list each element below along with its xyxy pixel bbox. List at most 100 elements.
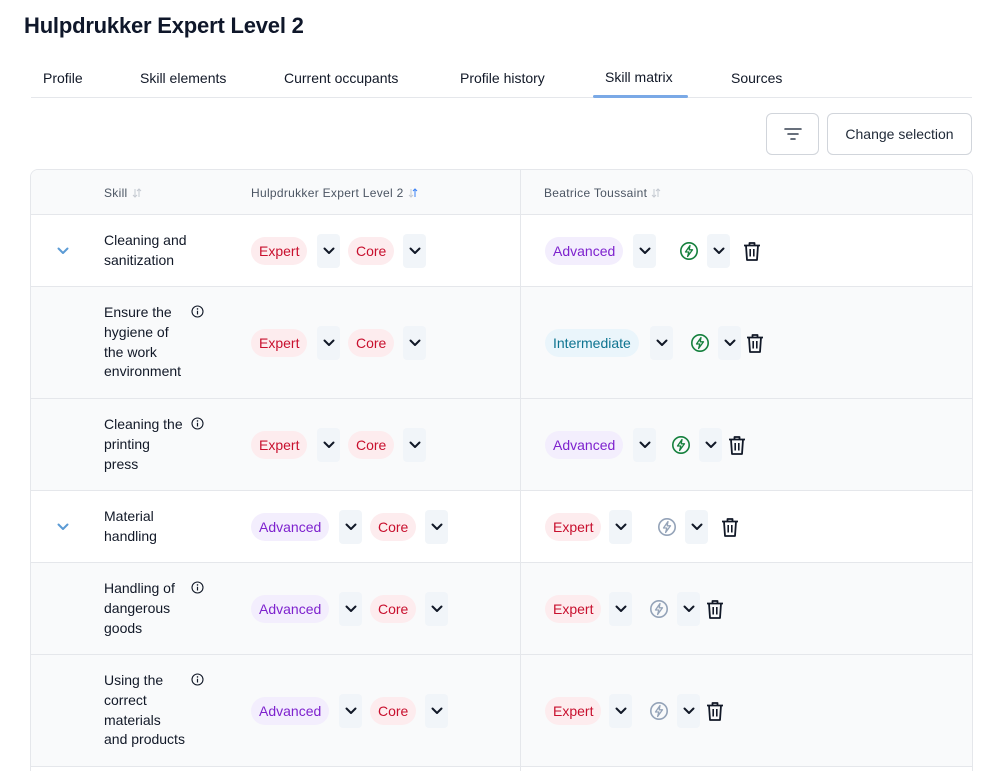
profile-level-dropdown[interactable] (317, 234, 340, 268)
filter-button[interactable] (766, 113, 819, 155)
action-dropdown[interactable] (685, 510, 708, 544)
tab-profile[interactable]: Profile (43, 70, 83, 86)
action-dropdown[interactable] (677, 694, 700, 728)
importance-badge: Core (370, 595, 417, 623)
action-dropdown[interactable] (707, 234, 730, 268)
chevron-down-icon (431, 702, 443, 720)
skill-name-line: goods (104, 619, 143, 636)
collapse-row-chevron-icon[interactable] (56, 244, 70, 258)
person-level-dropdown[interactable] (633, 428, 656, 462)
table-row-skill: Cleaning the printing press Expert Core Advan… (31, 399, 972, 491)
chevron-down-icon (639, 436, 651, 454)
skill-name: Handling of dangerous goods (104, 579, 175, 638)
chevron-down-icon (323, 242, 335, 260)
collapse-row-chevron-icon[interactable] (56, 520, 70, 534)
profile-level-dropdown[interactable] (339, 510, 362, 544)
info-icon[interactable] (191, 581, 205, 595)
bolt-active-icon[interactable] (690, 333, 710, 353)
chevron-down-icon (724, 334, 736, 352)
skill-name: Cleaning the printing press (104, 415, 183, 474)
skill-name-line: Handling of (104, 580, 175, 596)
person-level-badge: Expert (545, 697, 602, 725)
chevron-down-icon (615, 702, 627, 720)
chevron-down-icon (615, 518, 627, 536)
action-dropdown[interactable] (718, 326, 741, 360)
chevron-down-icon (345, 702, 357, 720)
bolt-inactive-icon[interactable] (649, 701, 669, 721)
header-profile-label: Hulpdrukker Expert Level 2 (251, 186, 404, 200)
delete-trash-icon[interactable] (720, 516, 740, 538)
skill-name-line: hygiene of (104, 323, 169, 340)
tab-skill-elements[interactable]: Skill elements (140, 70, 226, 86)
header-skill[interactable]: Skill (104, 186, 142, 200)
info-icon[interactable] (191, 305, 205, 319)
tab-skill-matrix[interactable]: Skill matrix (605, 69, 673, 85)
chevron-down-icon (409, 334, 421, 352)
header-person[interactable]: Beatrice Toussaint (544, 186, 661, 200)
skill-name-line: correct (104, 691, 147, 708)
skill-name-line: Material (104, 508, 154, 524)
person-level-dropdown[interactable] (609, 592, 632, 626)
chevron-down-icon (409, 242, 421, 260)
profile-level-badge: Advanced (251, 513, 330, 541)
profile-level-dropdown[interactable] (317, 428, 340, 462)
skill-name: Ensure the hygiene of the work environment (104, 303, 181, 382)
table-row-skill: Using the correct materials and products Adv… (31, 655, 972, 767)
sort-icon (132, 188, 141, 198)
skill-name: Using the correct materials and products (104, 671, 185, 750)
table-row-skill: Handling of dangerous goods Advanced Core Exp… (31, 563, 972, 655)
tab-profile-history[interactable]: Profile history (460, 70, 545, 86)
delete-trash-icon[interactable] (705, 598, 725, 620)
table-row-skill-group: Material handling Advanced Core Expert (31, 491, 972, 563)
profile-level-dropdown[interactable] (317, 326, 340, 360)
chevron-down-icon (705, 436, 717, 454)
importance-dropdown[interactable] (425, 694, 448, 728)
profile-level-badge: Expert (251, 329, 308, 357)
info-icon[interactable] (191, 673, 205, 687)
bolt-active-icon[interactable] (679, 241, 699, 261)
person-level-dropdown[interactable] (609, 510, 632, 544)
skill-name-line: printing (104, 435, 150, 452)
action-dropdown[interactable] (677, 592, 700, 626)
importance-dropdown[interactable] (403, 428, 426, 462)
filter-icon (783, 128, 802, 140)
profile-level-dropdown[interactable] (339, 592, 362, 626)
skill-name-line: Cleaning the (104, 416, 183, 432)
profile-level-dropdown[interactable] (339, 694, 362, 728)
profile-level-badge: Expert (251, 237, 308, 265)
chevron-down-icon (639, 242, 651, 260)
bolt-active-icon[interactable] (671, 435, 691, 455)
person-level-dropdown[interactable] (609, 694, 632, 728)
importance-badge: Core (370, 513, 417, 541)
delete-trash-icon[interactable] (727, 434, 747, 456)
importance-dropdown[interactable] (425, 592, 448, 626)
change-selection-button[interactable]: Change selection (827, 113, 972, 155)
importance-dropdown[interactable] (403, 326, 426, 360)
bolt-inactive-icon[interactable] (657, 517, 677, 537)
info-icon[interactable] (191, 417, 205, 431)
bolt-inactive-icon[interactable] (649, 599, 669, 619)
importance-dropdown[interactable] (425, 510, 448, 544)
delete-trash-icon[interactable] (745, 332, 765, 354)
header-profile[interactable]: Hulpdrukker Expert Level 2 (251, 186, 418, 200)
person-level-dropdown[interactable] (633, 234, 656, 268)
tab-sources[interactable]: Sources (731, 70, 782, 86)
profile-level-badge: Advanced (251, 697, 330, 725)
importance-badge: Core (348, 431, 395, 459)
profile-level-badge: Expert (251, 431, 308, 459)
person-level-badge: Expert (545, 595, 602, 623)
chevron-down-icon (683, 702, 695, 720)
chevron-down-icon (683, 600, 695, 618)
delete-trash-icon[interactable] (705, 700, 725, 722)
person-level-dropdown[interactable] (650, 326, 673, 360)
skill-name-line: materials (104, 711, 161, 728)
chevron-down-icon (409, 436, 421, 454)
tab-current-occupants[interactable]: Current occupants (284, 70, 398, 86)
chevron-down-icon (431, 518, 443, 536)
importance-dropdown[interactable] (403, 234, 426, 268)
delete-trash-icon[interactable] (742, 240, 762, 262)
header-skill-label: Skill (104, 186, 128, 200)
person-level-badge: Expert (545, 513, 602, 541)
skill-matrix-table: Skill Hulpdrukker Expert Level 2 Beatric… (30, 169, 973, 771)
action-dropdown[interactable] (699, 428, 722, 462)
